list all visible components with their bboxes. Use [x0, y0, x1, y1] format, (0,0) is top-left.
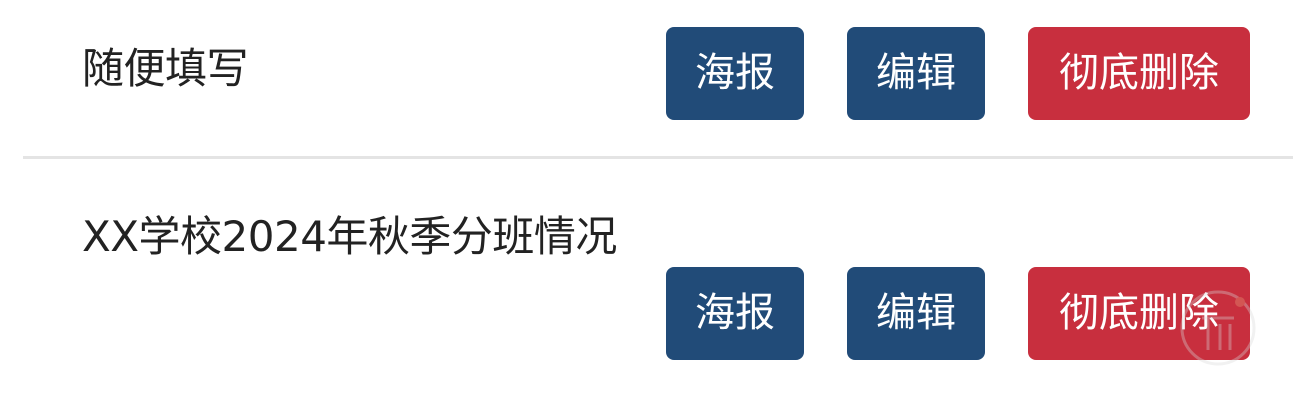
item-actions: 海报 编辑 彻底删除	[666, 267, 1250, 360]
item-title: 随便填写	[82, 44, 249, 93]
item-actions: 海报 编辑 彻底删除	[666, 27, 1250, 120]
item-list: 随便填写 海报 编辑 彻底删除 XX学校2024年秋季分班情况 海报 编辑 彻底…	[0, 0, 1293, 393]
edit-button[interactable]: 编辑	[847, 267, 985, 360]
watermark-logo-icon	[1180, 290, 1256, 366]
item-title: XX学校2024年秋季分班情况	[82, 212, 617, 261]
poster-button[interactable]: 海报	[666, 267, 804, 360]
divider	[23, 156, 1293, 159]
poster-button[interactable]: 海报	[666, 27, 804, 120]
delete-permanently-button[interactable]: 彻底删除	[1028, 27, 1250, 120]
edit-button[interactable]: 编辑	[847, 27, 985, 120]
